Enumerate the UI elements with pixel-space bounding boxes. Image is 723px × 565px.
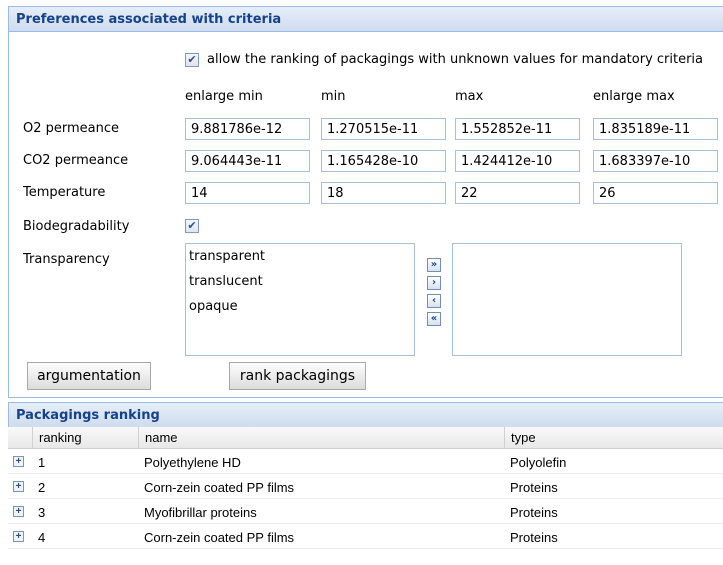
cell-type: Proteins (510, 505, 558, 520)
table-row[interactable]: + 4 Corn-zein coated PP films Proteins (8, 525, 723, 549)
expand-row-icon[interactable]: + (13, 456, 24, 467)
ranking-panel-title: Packagings ranking (8, 402, 723, 428)
list-item[interactable]: translucent (186, 269, 414, 294)
cell-ranking: 2 (38, 480, 46, 495)
o2-max-input[interactable]: 1.552852e-11 (455, 118, 580, 140)
cell-name: Myofibrillar proteins (144, 505, 257, 520)
argumentation-button[interactable]: argumentation (27, 362, 151, 390)
move-all-right-button[interactable]: » (427, 258, 441, 272)
cell-ranking: 4 (38, 530, 46, 545)
co2-enlarge-max-input[interactable]: 1.683397e-10 (593, 150, 718, 172)
transparency-label: Transparency (23, 252, 110, 267)
criterion-label-co2: CO2 permeance (23, 153, 129, 168)
criterion-label-o2: O2 permeance (23, 121, 120, 136)
col-max: max (455, 89, 484, 104)
expand-row-icon[interactable]: + (13, 506, 24, 517)
table-row[interactable]: + 2 Corn-zein coated PP films Proteins (8, 475, 723, 499)
col-enlarge-min: enlarge min (185, 89, 263, 104)
allow-unknown-label: allow the ranking of packagings with unk… (207, 52, 704, 67)
expand-row-icon[interactable]: + (13, 531, 24, 542)
cell-name: Corn-zein coated PP films (144, 530, 295, 545)
column-header-ranking[interactable]: ranking (32, 427, 138, 449)
grid-header: ranking name type (8, 427, 723, 449)
column-header-type[interactable]: type (504, 427, 723, 449)
preferences-panel-title: Preferences associated with criteria (8, 6, 723, 32)
cell-type: Proteins (510, 480, 558, 495)
preferences-panel: ✔ allow the ranking of packagings with u… (8, 32, 723, 398)
list-item[interactable]: transparent (186, 244, 414, 269)
temperature-enlarge-max-input[interactable]: 26 (593, 182, 718, 204)
co2-max-input[interactable]: 1.424412e-10 (455, 150, 580, 172)
o2-min-input[interactable]: 1.270515e-11 (321, 118, 446, 140)
allow-unknown-checkbox[interactable]: ✔ (185, 53, 199, 67)
cell-name: Corn-zein coated PP films (144, 480, 295, 495)
table-row[interactable]: + 1 Polyethylene HD Polyolefin (8, 450, 723, 474)
temperature-enlarge-min-input[interactable]: 14 (185, 182, 310, 204)
rank-packagings-button[interactable]: rank packagings (229, 362, 366, 390)
column-header-name[interactable]: name (138, 427, 504, 449)
co2-min-input[interactable]: 1.165428e-10 (321, 150, 446, 172)
move-left-button[interactable]: ‹ (427, 294, 441, 308)
o2-enlarge-min-input[interactable]: 9.881786e-12 (185, 118, 310, 140)
table-row[interactable]: + 3 Myofibrillar proteins Proteins (8, 500, 723, 524)
cell-name: Polyethylene HD (144, 455, 241, 470)
biodegradability-checkbox[interactable]: ✔ (185, 219, 199, 233)
col-enlarge-max: enlarge max (593, 89, 675, 104)
cell-type: Proteins (510, 530, 558, 545)
cell-ranking: 3 (38, 505, 46, 520)
ranking-grid: ranking name type + 1 Polyethylene HD Po… (8, 427, 723, 565)
expand-row-icon[interactable]: + (13, 481, 24, 492)
temperature-min-input[interactable]: 18 (321, 182, 446, 204)
o2-enlarge-max-input[interactable]: 1.835189e-11 (593, 118, 718, 140)
cell-ranking: 1 (38, 455, 46, 470)
col-min: min (321, 89, 346, 104)
list-item[interactable]: opaque (186, 294, 414, 319)
co2-enlarge-min-input[interactable]: 9.064443e-11 (185, 150, 310, 172)
transparency-available-list[interactable]: transparent translucent opaque (185, 243, 415, 356)
biodegradability-label: Biodegradability (23, 219, 130, 234)
temperature-max-input[interactable]: 22 (455, 182, 580, 204)
move-right-button[interactable]: › (427, 276, 441, 290)
criterion-label-temperature: Temperature (23, 185, 106, 200)
cell-type: Polyolefin (510, 455, 567, 470)
transparency-selected-list[interactable] (452, 243, 682, 356)
move-all-left-button[interactable]: « (427, 312, 441, 326)
